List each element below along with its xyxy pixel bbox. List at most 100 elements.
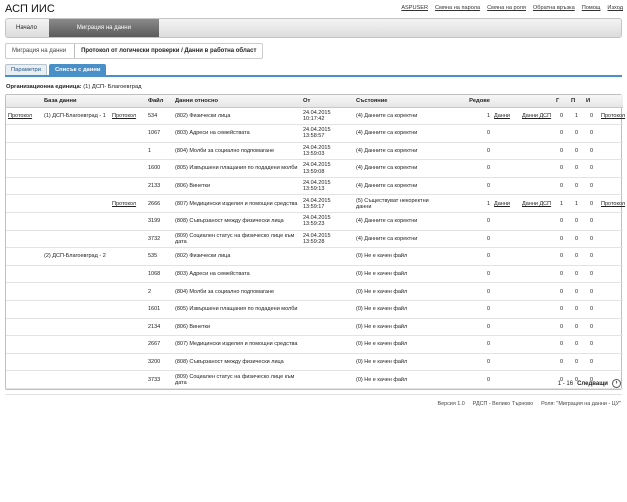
cell-from — [301, 335, 354, 354]
chevron-right-icon[interactable]: › — [612, 379, 621, 388]
cell-data-link-anchor[interactable]: Данни — [494, 201, 510, 207]
col-header-p[interactable]: П — [569, 95, 584, 108]
cell-state: (0) Не е качен файл — [354, 335, 444, 354]
cell-data-link — [492, 318, 520, 337]
breadcrumb-item-migration[interactable]: Миграция на данни — [6, 44, 74, 58]
cell-p: 0 — [569, 159, 584, 178]
cell-data-dsp-link — [520, 318, 554, 337]
cell-data-dsp-link — [520, 353, 554, 372]
cell-data-dsp-link — [520, 265, 554, 284]
footer-unit: РДСП - Велико Търново — [472, 401, 534, 407]
cell-protocol-link-2-anchor[interactable]: Протокол — [112, 113, 136, 119]
top-links: ASPUSER Смяна на парола Смяна на роля Об… — [401, 5, 623, 11]
help-link[interactable]: Помощ — [582, 5, 601, 11]
cell-database — [42, 212, 110, 231]
feedback-link[interactable]: Обратна връзка — [533, 5, 575, 11]
cell-rows: 0 — [444, 177, 492, 196]
cell-rows: 0 — [444, 300, 492, 319]
breadcrumb: Миграция на данни Протокол от логически … — [5, 43, 264, 59]
cell-p: 0 — [569, 335, 584, 354]
cell-protocol-link-3 — [599, 335, 623, 354]
cell-p: 0 — [569, 300, 584, 319]
table-header-row: База данни Файл Данни относно От Състоян… — [6, 95, 623, 108]
change-password-link[interactable]: Смяна на парола — [435, 5, 480, 11]
col-header-state[interactable]: Състояние — [354, 95, 444, 108]
change-role-link[interactable]: Смяна на роля — [487, 5, 526, 11]
cell-protocol-link-1-anchor[interactable]: Протокол — [8, 113, 32, 119]
cell-subject: (802) Физически лица — [173, 107, 301, 126]
cell-file: 2667 — [146, 335, 173, 354]
col-header-rows[interactable]: Редове — [444, 95, 492, 108]
cell-state: (4) Данните са коректни — [354, 230, 444, 249]
cell-protocol-link-2-anchor[interactable]: Протокол — [112, 201, 136, 207]
cell-from: 24.04.2015 13:59:13 — [301, 177, 354, 196]
cell-g: 0 — [554, 177, 569, 196]
cell-protocol-link-1 — [6, 300, 42, 319]
cell-protocol-link-3-anchor[interactable]: Протокол — [601, 113, 625, 119]
col-header-i[interactable]: И — [584, 95, 599, 108]
col-header-subject[interactable]: Данни относно — [173, 95, 301, 108]
cell-database — [42, 230, 110, 249]
col-header-database[interactable]: База данни — [42, 95, 110, 108]
cell-g: 0 — [554, 335, 569, 354]
cell-from: 24.04.2015 13:59:03 — [301, 142, 354, 161]
cell-i: 0 — [584, 282, 599, 302]
cell-protocol-link-3 — [599, 282, 623, 302]
cell-g: 1 — [554, 194, 569, 214]
cell-rows: 0 — [444, 159, 492, 178]
cell-data-dsp-link-anchor[interactable]: Данни ДСП — [522, 113, 551, 119]
table-row: Протокол 2666 (807) Медицински изделия и п… — [6, 194, 625, 214]
cell-from: 24.04.2015 13:59:08 — [301, 159, 354, 178]
cell-from — [301, 282, 354, 302]
cell-file: 535 — [146, 247, 173, 266]
cell-protocol-link-3: Протокол — [599, 194, 625, 214]
cell-protocol-link-1 — [6, 159, 42, 178]
col-header-data-dsp — [520, 95, 554, 108]
cell-from — [301, 353, 354, 372]
cell-data-dsp-link — [520, 247, 554, 266]
cell-protocol-link-3 — [599, 124, 623, 143]
cell-state: (5) Съществуват некоректни данни — [354, 194, 444, 214]
cell-i: 0 — [584, 194, 599, 214]
cell-data-link — [492, 212, 520, 231]
cell-protocol-link-1 — [6, 247, 42, 266]
cell-data-link-anchor[interactable]: Данни — [494, 113, 510, 119]
cell-state: (4) Данните са коректни — [354, 142, 444, 161]
col-header-from[interactable]: От — [301, 95, 354, 108]
cell-data-dsp-link-anchor[interactable]: Данни ДСП — [522, 201, 551, 207]
cell-protocol-link-3 — [599, 142, 623, 161]
next-page-button[interactable]: Следващи — [577, 381, 608, 387]
cell-protocol-link-3-anchor[interactable]: Протокол — [601, 201, 625, 207]
cell-rows: 0 — [444, 247, 492, 266]
cell-protocol-link-1 — [6, 142, 42, 161]
cell-rows: 0 — [444, 265, 492, 284]
col-header-file[interactable]: Файл — [146, 95, 173, 108]
logout-link[interactable]: Изход — [607, 5, 623, 11]
cell-file: 1067 — [146, 124, 173, 143]
nav-tab-home[interactable]: Начало — [6, 19, 47, 37]
cell-rows: 0 — [444, 142, 492, 161]
cell-protocol-link-3 — [599, 177, 623, 196]
pager: 1 - 16 Следващи › — [558, 379, 621, 388]
col-header-g[interactable]: Г — [554, 95, 569, 108]
cell-file: 1068 — [146, 265, 173, 284]
user-link[interactable]: ASPUSER — [401, 5, 428, 11]
cell-i: 0 — [584, 142, 599, 161]
cell-subject: (804) Молби за социално подпомагане — [173, 142, 301, 161]
cell-protocol-link-3 — [599, 159, 623, 178]
cell-data-link — [492, 230, 520, 249]
cell-i: 0 — [584, 353, 599, 372]
cell-data-link — [492, 300, 520, 319]
cell-protocol-link-3 — [599, 212, 623, 231]
cell-i: 0 — [584, 177, 599, 196]
tab-data-list[interactable]: Списък с данни — [48, 64, 107, 75]
cell-protocol-link-2 — [110, 212, 146, 231]
cell-subject: (807) Медицински изделия и помощни средс… — [173, 194, 301, 214]
cell-rows: 0 — [444, 212, 492, 231]
cell-p: 0 — [569, 124, 584, 143]
nav-tab-data-migration[interactable]: Миграция на данни — [48, 19, 159, 37]
table-row: 2 (804) Молби за социално подпомагане (0) … — [6, 282, 623, 302]
cell-data-dsp-link — [520, 230, 554, 249]
tab-parameters[interactable]: Параметри — [5, 64, 47, 75]
cell-rows: 0 — [444, 370, 492, 389]
